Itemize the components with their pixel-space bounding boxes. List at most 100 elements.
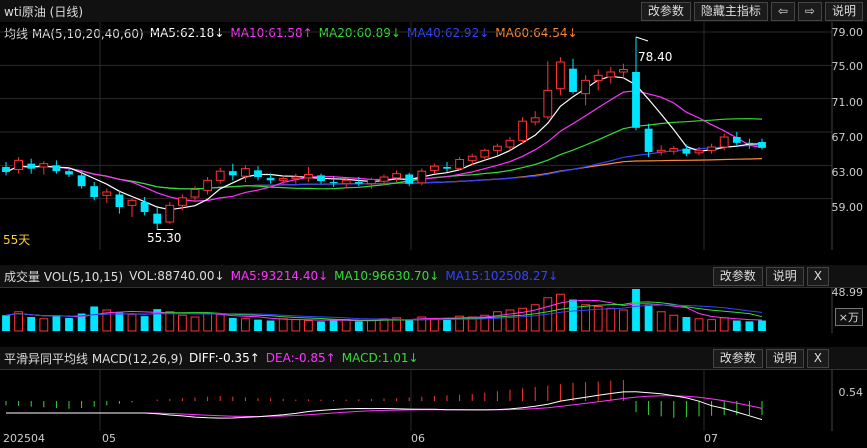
volume-bar [27,317,36,331]
candle-body [254,170,262,177]
candle-body [593,74,603,81]
hide-main-indicator-button[interactable]: 隐藏主指标 [693,2,768,21]
volume-bar [228,317,237,331]
candle-body [65,171,73,175]
candle-body [14,159,24,170]
volume-bar [115,312,124,331]
volume-bar [2,315,10,331]
volume-change-params-button[interactable]: 改参数 [712,267,763,286]
candle-body [77,175,86,187]
volume-unit[interactable]: ×万 [834,308,863,326]
volume-bar [140,316,149,331]
candle-body [102,191,112,196]
volume-bar [758,320,766,331]
candle-body [405,174,414,184]
volume-value: VOL:88740.00↓ [129,269,225,283]
candle-body [505,139,515,148]
high-marker [635,36,649,42]
macd-help-button[interactable]: 说明 [765,349,804,368]
candle-body [480,149,490,158]
candle-body [303,174,313,179]
candle-body [317,175,325,182]
help-button[interactable]: 说明 [824,2,863,21]
candle-body [341,179,351,185]
volume-bar [177,314,187,332]
volume-bar [39,318,49,332]
instrument-title: wti原油 (日线) [4,4,84,19]
candle-body [278,178,288,181]
candle-body [379,176,389,182]
volume-bar [254,319,262,331]
title-bar: wti原油 (日线) 改参数 隐藏主指标 ⇦ ⇨ 说明 [0,0,867,23]
x-tick: 05 [102,432,116,445]
candle-body [417,170,427,184]
vol-ma15-value: MA15:102508.27↓ [445,269,559,283]
candle-body [682,148,691,154]
volume-bar [165,311,175,332]
candle-body [492,145,502,151]
volume-bar [644,304,653,331]
macd-change-params-button[interactable]: 改参数 [712,349,763,368]
high-label: 78.40 [638,50,673,64]
candle-body [354,182,363,184]
period-label: 55天 [3,233,31,247]
candle-body [707,146,717,151]
volume-bar [215,313,225,332]
candle-body [618,69,628,73]
arrow-left-icon[interactable]: ⇦ [770,2,795,21]
volume-y-tick: 48.99 [831,286,864,299]
y-tick: 75.00 [831,60,864,73]
candle-body [518,120,528,141]
candle-body [569,68,577,92]
candle-body [656,149,666,153]
candle-body [165,204,175,223]
y-tick: 67.00 [831,131,864,144]
candle-body [2,167,10,172]
candle-body [366,179,376,185]
candle-body [190,189,200,198]
volume-bar [682,317,691,331]
candle-body [27,163,36,169]
candle-body [719,136,729,148]
candle-body [52,165,61,172]
arrow-right-icon[interactable]: ⇨ [797,2,822,21]
header-buttons: 改参数 隐藏主指标 ⇦ ⇨ 说明 [640,2,863,21]
volume-bar [366,320,376,332]
candle-body [555,61,565,90]
volume-bar [632,289,640,331]
macd-value: MACD:1.01↓ [341,351,419,365]
candle-body [455,159,465,170]
candlestick-chart[interactable] [0,22,867,250]
volume-bar [354,321,363,331]
y-tick: 63.00 [831,166,864,179]
candle-body [203,179,213,191]
volume-close-button[interactable]: X [806,267,829,286]
volume-help-button[interactable]: 说明 [765,267,804,286]
volume-indicator-name: 成交量 VOL(5,10,15) [4,269,124,284]
candle-body [392,173,402,179]
candle-body [39,163,49,168]
macd-close-button[interactable]: X [806,349,829,368]
volume-buttons: 改参数 说明 X [712,267,829,286]
volume-chart[interactable] [0,287,867,333]
macd-y-tick: 0.54 [838,386,864,399]
candle-body [669,148,679,152]
candle-body [732,137,741,143]
candle-body [429,165,439,171]
volume-bar [719,317,729,332]
candle-body [644,128,653,152]
volume-bar [329,320,338,331]
volume-bar [606,307,616,332]
change-params-button[interactable]: 改参数 [640,2,691,21]
candle-body [115,194,124,207]
candle-body [90,186,99,197]
vol-ma5-value: MA5:93214.40↓ [230,269,329,283]
vol-ma10-value: MA10:96630.70↓ [334,269,440,283]
volume-bar [14,311,24,332]
volume-bar [429,318,439,332]
low-label: 55.30 [147,231,182,245]
candle-body [127,199,137,206]
candle-body [758,142,766,148]
macd-chart[interactable] [0,369,867,431]
x-tick: 07 [704,432,718,445]
